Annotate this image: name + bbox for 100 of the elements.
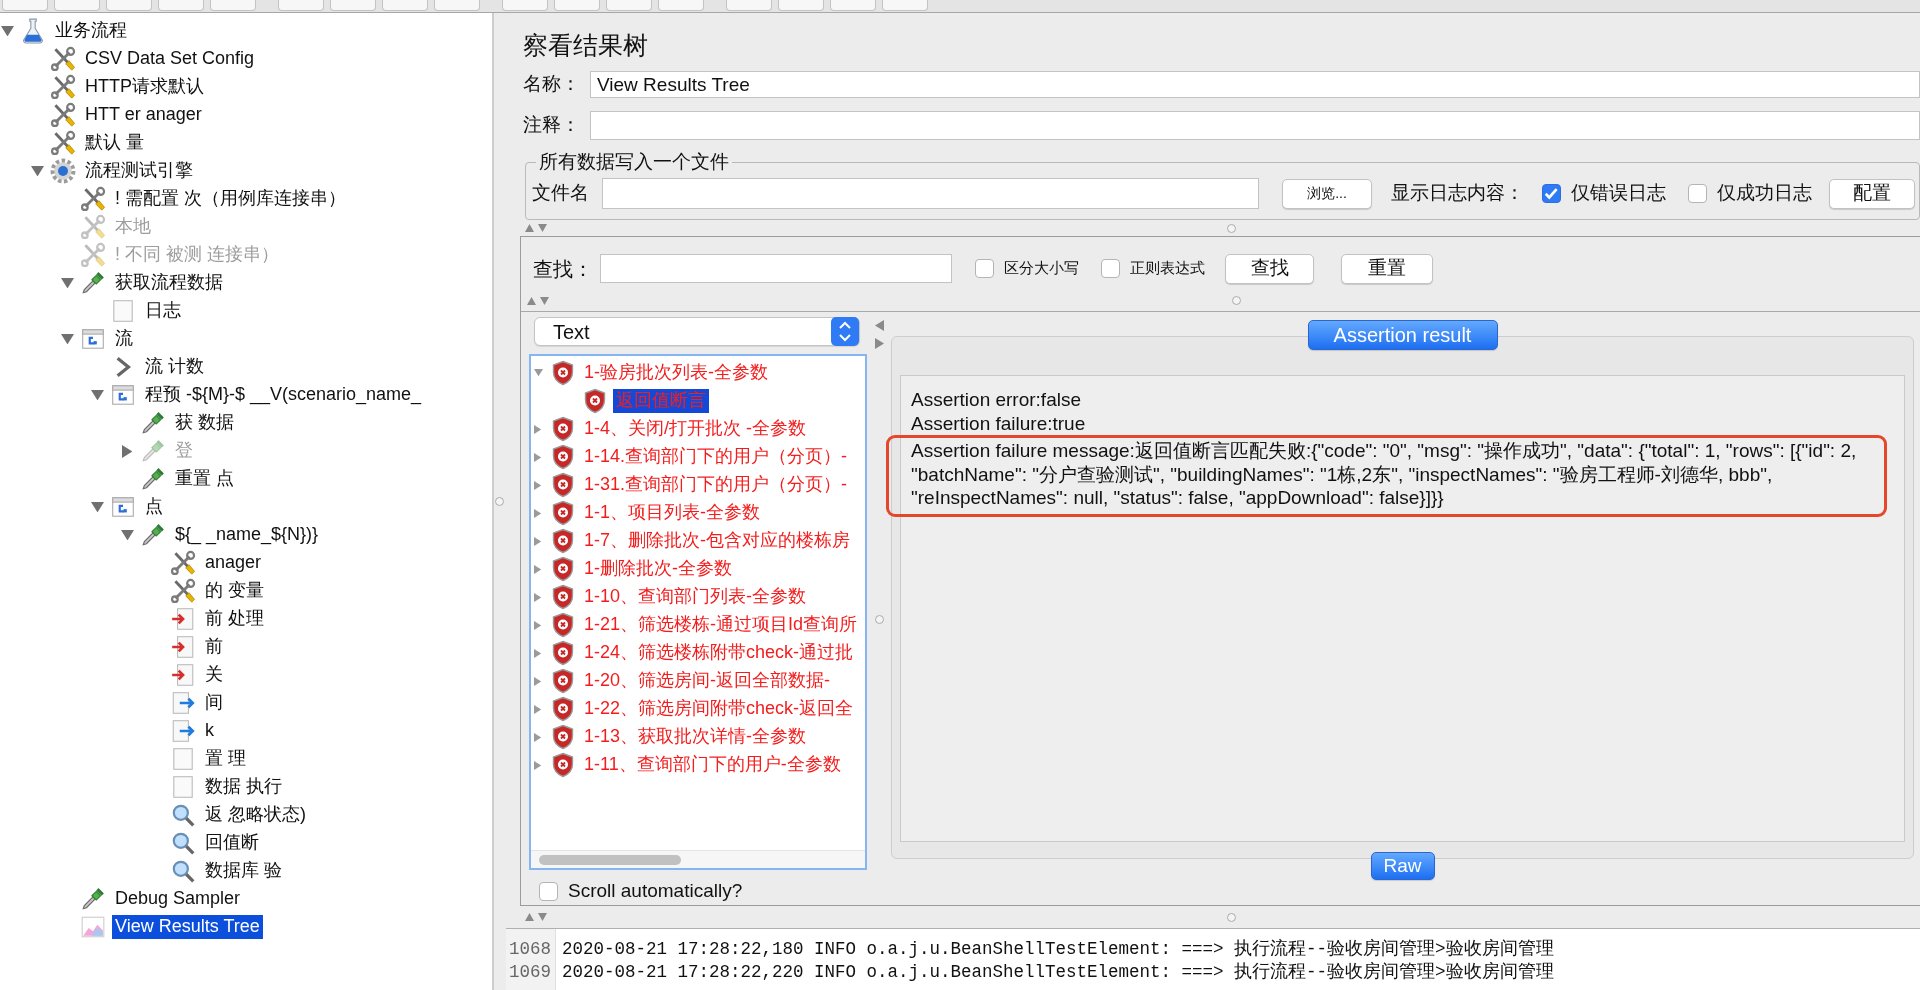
tree-node[interactable]: Debug Sampler xyxy=(112,887,244,911)
toolbar-button[interactable] xyxy=(502,0,548,11)
right-triangle-icon[interactable] xyxy=(534,564,542,574)
right-triangle-icon[interactable] xyxy=(534,620,542,630)
tree-node[interactable]: 重置 点 xyxy=(172,467,237,491)
updown-chevron-icon[interactable] xyxy=(831,317,859,346)
toolbar-button[interactable] xyxy=(778,0,824,11)
checkbox[interactable] xyxy=(1101,259,1120,278)
down-triangle-icon[interactable] xyxy=(30,165,44,177)
tree-node[interactable]: 流 计数 xyxy=(142,355,207,379)
result-item[interactable]: 1-22、筛选房间附带check-返回全 xyxy=(581,697,857,721)
toolbar-button[interactable] xyxy=(726,0,772,11)
tree-node[interactable]: anager xyxy=(202,551,265,575)
right-triangle-icon[interactable] xyxy=(534,592,542,602)
right-triangle-icon[interactable] xyxy=(534,536,542,546)
tree-node[interactable]: 数据 执行 xyxy=(202,775,285,799)
checkbox[interactable] xyxy=(1542,184,1561,203)
left-arrow-icon[interactable] xyxy=(874,320,884,331)
toolbar-button[interactable] xyxy=(158,0,204,11)
toolbar-button[interactable] xyxy=(2,0,48,11)
toolbar-button[interactable] xyxy=(382,0,428,11)
up-arrow-icon[interactable] xyxy=(525,913,534,921)
tree-node[interactable]: HTT er anager xyxy=(82,103,205,127)
tree-node[interactable]: 程预 -${M}-$ __V(scenario_name_ xyxy=(142,383,425,407)
renderer-dropdown[interactable]: Text xyxy=(534,317,860,346)
right-arrow-icon[interactable] xyxy=(874,338,884,349)
result-item[interactable]: 1-31.查询部门下的用户（分页）- xyxy=(581,473,851,497)
tree-node[interactable]: 点 xyxy=(142,495,166,519)
right-triangle-icon[interactable] xyxy=(534,760,542,770)
tree-node[interactable]: HTTP请求默认 xyxy=(82,75,207,99)
down-triangle-icon[interactable] xyxy=(533,369,543,377)
checkbox[interactable] xyxy=(1688,184,1707,203)
result-item[interactable]: 1-13、获取批次详情-全参数 xyxy=(581,725,810,749)
tree-node[interactable]: 置 理 xyxy=(202,747,249,771)
name-field[interactable]: View Results Tree xyxy=(590,71,1920,98)
splitter-handle-icon[interactable] xyxy=(1227,912,1236,922)
toolbar-button[interactable] xyxy=(278,0,324,11)
tree-node[interactable]: ! 需配置 次（用例库连接串） xyxy=(112,187,349,211)
right-triangle-icon[interactable] xyxy=(534,452,542,462)
tree-node[interactable]: 获取流程数据 xyxy=(112,271,226,295)
toolbar-button[interactable] xyxy=(606,0,652,11)
tree-node[interactable]: 默认 量 xyxy=(82,131,147,155)
tree-node[interactable]: View Results Tree xyxy=(112,915,263,939)
right-triangle-icon[interactable] xyxy=(534,508,542,518)
toolbar-button[interactable] xyxy=(330,0,376,11)
toolbar-button[interactable] xyxy=(830,0,876,11)
right-triangle-icon[interactable] xyxy=(534,732,542,742)
tree-node[interactable]: 前 xyxy=(202,635,226,659)
toolbar-button[interactable] xyxy=(658,0,704,11)
tree-node[interactable]: 业务流程 xyxy=(52,19,130,43)
checkbox[interactable] xyxy=(539,881,558,901)
tree-node[interactable]: 回值断 xyxy=(202,831,262,855)
right-triangle-icon[interactable] xyxy=(534,424,542,434)
splitter-handle-icon[interactable] xyxy=(1227,223,1236,233)
down-triangle-icon[interactable] xyxy=(90,501,104,513)
tree-node[interactable]: CSV Data Set Config xyxy=(82,47,258,71)
tree-node[interactable]: 获 数据 xyxy=(172,411,237,435)
config-button[interactable]: 配置 xyxy=(1829,178,1915,209)
result-item[interactable]: 1-1、项目列表-全参数 xyxy=(581,501,763,525)
splitter-handle-icon[interactable] xyxy=(874,615,884,624)
tree-node[interactable]: k xyxy=(202,719,217,743)
toolbar-button[interactable] xyxy=(554,0,600,11)
tree-node[interactable]: 的 变量 xyxy=(202,579,267,603)
tree-node[interactable]: 关 xyxy=(202,663,226,687)
toolbar-button[interactable] xyxy=(210,0,256,11)
browse-button[interactable]: 浏览... xyxy=(1282,178,1372,209)
search-field[interactable] xyxy=(600,254,952,283)
filename-field[interactable] xyxy=(602,178,1259,209)
toolbar-button[interactable] xyxy=(434,0,480,11)
reset-button[interactable]: 重置 xyxy=(1341,253,1433,284)
tree-node[interactable]: ${_ _name_${N})} xyxy=(172,523,322,547)
scrollbar-thumb[interactable] xyxy=(539,854,681,865)
result-item[interactable]: 1-14.查询部门下的用户（分页）- xyxy=(581,445,851,469)
down-arrow-icon[interactable] xyxy=(538,224,547,232)
splitter-handle-icon[interactable] xyxy=(494,497,504,506)
result-item[interactable]: 1-4、关闭/打开批次 -全参数 xyxy=(581,417,809,441)
result-item[interactable]: 1-验房批次列表-全参数 xyxy=(581,361,771,385)
result-item[interactable]: 1-删除批次-全参数 xyxy=(581,557,735,581)
down-triangle-icon[interactable] xyxy=(120,529,134,541)
tree-node[interactable]: 流程测试引擎 xyxy=(82,159,196,183)
tree-node[interactable]: 日志 xyxy=(142,299,184,323)
toolbar-button[interactable] xyxy=(54,0,100,11)
tree-node[interactable]: 数据库 验 xyxy=(202,859,285,883)
result-item[interactable]: 1-24、筛选楼栋附带check-通过批 xyxy=(581,641,857,665)
toolbar-button[interactable] xyxy=(882,0,928,11)
down-triangle-icon[interactable] xyxy=(60,333,74,345)
down-triangle-icon[interactable] xyxy=(90,389,104,401)
tree-node[interactable]: 返 忽略状态) xyxy=(202,803,309,827)
tree-node[interactable]: 流 xyxy=(112,327,136,351)
result-item[interactable]: 1-10、查询部门列表-全参数 xyxy=(581,585,810,609)
down-triangle-icon[interactable] xyxy=(60,277,74,289)
down-arrow-icon[interactable] xyxy=(538,913,547,921)
checkbox[interactable] xyxy=(975,259,994,278)
comment-field[interactable] xyxy=(590,111,1920,140)
right-triangle-icon[interactable] xyxy=(534,648,542,658)
result-item[interactable]: 1-7、删除批次-包含对应的楼栋房 xyxy=(581,529,853,553)
right-triangle-icon[interactable] xyxy=(534,676,542,686)
result-item[interactable]: 1-21、筛选楼栋-通过项目Id查询所 xyxy=(581,613,861,637)
up-arrow-icon[interactable] xyxy=(527,296,536,305)
right-triangle-icon[interactable] xyxy=(534,704,542,714)
